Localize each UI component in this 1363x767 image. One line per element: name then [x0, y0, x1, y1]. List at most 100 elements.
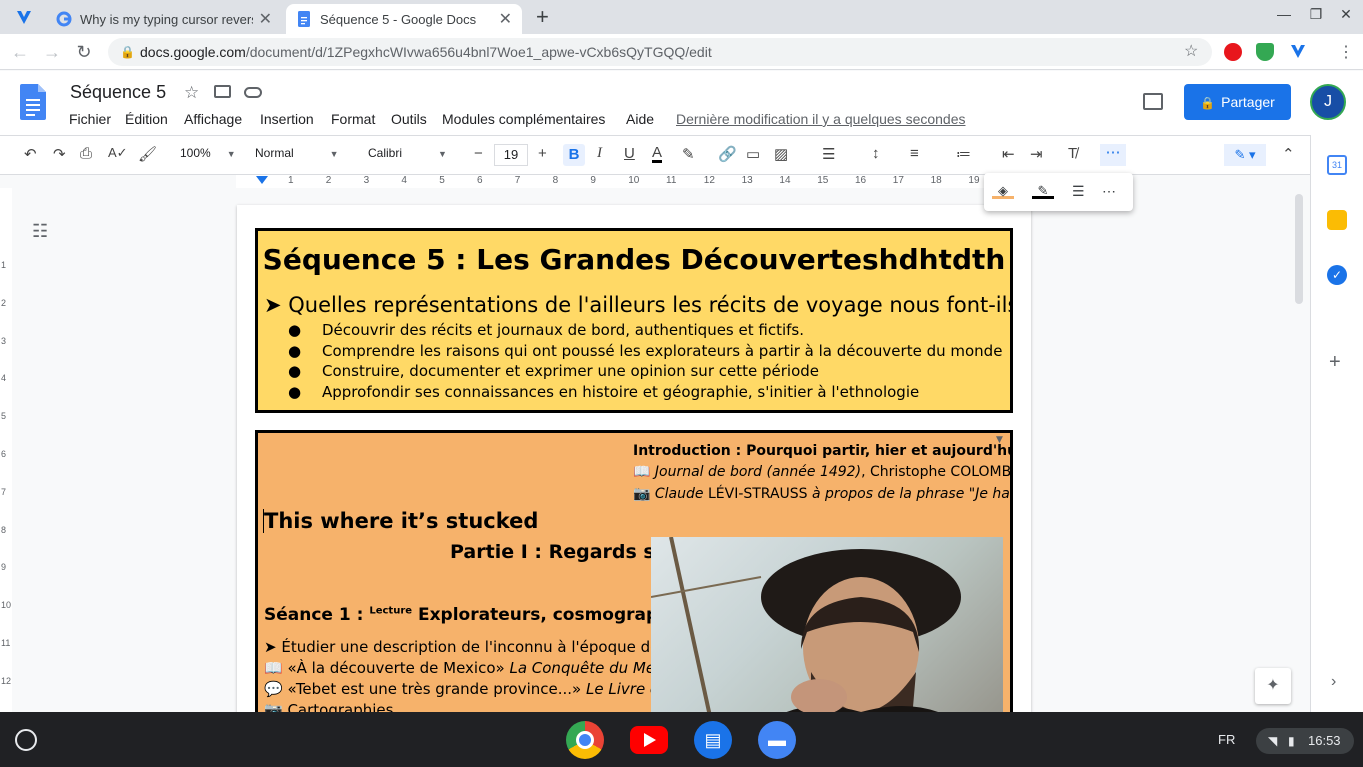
collapse-menus-icon[interactable]: ⌃ — [1282, 145, 1295, 163]
browser-tab-search[interactable]: Why is my typing cursor reverse ✕ — [46, 4, 282, 34]
menu-edition[interactable]: Édition — [125, 111, 168, 127]
indent-marker-icon[interactable] — [256, 176, 268, 184]
menu-outils[interactable]: Outils — [391, 111, 427, 127]
increase-font-size-icon[interactable]: + — [538, 145, 547, 162]
italic-icon[interactable]: I — [597, 145, 602, 162]
decrease-font-size-icon[interactable]: − — [474, 145, 483, 162]
browser-menu-icon[interactable]: ⋮ — [1338, 42, 1354, 62]
document-title[interactable]: Séquence 5 — [70, 82, 166, 103]
menu-affichage[interactable]: Affichage — [184, 111, 242, 127]
keep-icon[interactable] — [1327, 210, 1347, 230]
shield-extension-icon[interactable] — [1256, 43, 1274, 61]
decrease-indent-icon[interactable]: ⇤ — [1002, 145, 1015, 163]
document-page[interactable]: Séquence 5 : Les Grandes Découverteshdht… — [237, 205, 1031, 712]
horizontal-ruler[interactable]: 1 2 3 4 5 6 7 8 9 10 11 12 13 14 15 16 17 18 19 — [236, 175, 1032, 188]
levi-strauss-quote: à propos de la phrase "Je ha — [812, 486, 1010, 502]
close-tab-icon[interactable]: ✕ — [259, 9, 272, 29]
chevron-down-icon: ▼ — [226, 149, 236, 159]
spellcheck-icon[interactable]: A✓ — [108, 145, 128, 161]
menu-fichier[interactable]: Fichier — [69, 111, 111, 127]
comments-icon[interactable] — [1143, 93, 1163, 110]
border-color-icon[interactable]: ✎ — [1032, 183, 1054, 199]
extension-v-icon[interactable] — [1288, 42, 1308, 62]
expand-panel-icon[interactable]: › — [1331, 673, 1336, 691]
menu-format[interactable]: Format — [331, 111, 375, 127]
ruler-tick-label: 1 — [288, 175, 294, 186]
restore-icon[interactable]: ❐ — [1306, 6, 1326, 23]
star-icon[interactable]: ☆ — [184, 83, 199, 103]
editing-mode-icon[interactable]: ✎ ▾ — [1224, 144, 1266, 166]
new-tab-button[interactable]: + — [536, 4, 549, 30]
align-icon[interactable]: ☰ — [822, 145, 835, 163]
print-icon[interactable]: ⎙ — [80, 145, 92, 162]
explorer-portrait-image[interactable] — [651, 537, 1003, 712]
overflow-toolbar-popup: ◈ ✎ ☰ ⋯ — [984, 173, 1133, 211]
bulleted-list-icon[interactable]: ≔ — [956, 145, 971, 163]
close-window-icon[interactable]: ✕ — [1336, 6, 1356, 23]
menu-aide[interactable]: Aide — [626, 111, 654, 127]
back-arrow-icon[interactable]: ← — [8, 40, 32, 64]
scrollbar[interactable] — [1295, 194, 1303, 304]
add-comment-icon[interactable]: ▭ — [746, 145, 760, 163]
font-size-input[interactable]: 19 — [494, 144, 528, 166]
forward-arrow-icon[interactable]: → — [40, 40, 64, 64]
chevron-down-icon: ▼ — [329, 149, 339, 159]
adblock-extension-icon[interactable] — [1224, 43, 1242, 61]
add-addon-icon[interactable]: + — [1329, 351, 1341, 374]
border-dash-icon[interactable]: ⋯ — [1102, 183, 1116, 200]
explore-button[interactable]: ✦ — [1255, 668, 1291, 704]
redo-icon[interactable]: ↷ — [53, 145, 66, 163]
underline-icon[interactable]: U — [624, 145, 635, 162]
increase-indent-icon[interactable]: ⇥ — [1030, 145, 1043, 163]
files-app-icon[interactable]: ▬ — [758, 721, 796, 759]
youtube-app-icon[interactable] — [630, 726, 668, 754]
style-select[interactable]: Normal ▼ — [255, 146, 339, 160]
move-folder-icon[interactable] — [214, 85, 231, 98]
menu-insertion[interactable]: Insertion — [260, 111, 314, 127]
text-color-icon[interactable]: A — [652, 145, 663, 163]
last-modified-link[interactable]: Dernière modification il y a quelques se… — [676, 111, 966, 127]
messages-app-icon[interactable]: ▤ — [694, 721, 732, 759]
line-spacing-icon[interactable]: ↕ — [872, 145, 880, 162]
paint-format-icon[interactable]: 🖌 — [138, 145, 157, 163]
browser-extension-icon[interactable] — [14, 8, 34, 28]
insert-image-icon[interactable]: ▨ — [774, 145, 788, 163]
ruler-tick-label: 15 — [817, 175, 829, 186]
share-button[interactable]: 🔒 Partager — [1184, 84, 1291, 120]
reload-icon[interactable]: ↻ — [72, 40, 96, 64]
address-bar[interactable]: 🔒 docs.google.com/document/d/1ZPegxhcWIv… — [108, 38, 1212, 66]
menu-modules[interactable]: Modules complémentaires — [442, 111, 605, 127]
battery-icon: ▮ — [1288, 734, 1295, 748]
clear-formatting-icon[interactable]: T̸ — [1068, 145, 1077, 162]
font-select[interactable]: Calibri ▼ — [368, 146, 447, 160]
header-table-cell[interactable]: Séquence 5 : Les Grandes Découverteshdht… — [255, 228, 1013, 413]
minimize-icon[interactable]: — — [1274, 6, 1294, 22]
browser-tab-docs[interactable]: Séquence 5 - Google Docs ✕ — [286, 4, 522, 34]
undo-icon[interactable]: ↶ — [24, 145, 37, 163]
ruler-tick-label: 19 — [968, 175, 980, 186]
tasks-icon[interactable]: ✓ — [1327, 265, 1347, 285]
calendar-icon[interactable]: 31 — [1327, 155, 1347, 175]
content-table-cell[interactable]: ▼ Introduction : Pourquoi partir, hier e… — [255, 430, 1013, 712]
launcher-icon[interactable] — [15, 729, 37, 751]
ruler-tick-label: 17 — [892, 175, 904, 186]
numbered-list-icon[interactable]: ≡ — [910, 145, 919, 162]
chrome-app-icon[interactable] — [566, 721, 604, 759]
bold-icon[interactable]: B — [563, 144, 585, 166]
status-tray[interactable]: ◥ ▮ 16:53 — [1256, 728, 1354, 754]
account-avatar[interactable]: J — [1310, 84, 1346, 120]
highlight-icon[interactable]: ✎ — [682, 145, 695, 163]
border-width-icon[interactable]: ☰ — [1072, 183, 1085, 200]
fill-color-icon[interactable]: ◈ — [992, 183, 1014, 199]
language-indicator[interactable]: FR — [1218, 732, 1235, 747]
docs-logo-icon[interactable] — [20, 84, 46, 120]
url-host: docs.google.com — [140, 44, 246, 60]
outline-icon[interactable]: ☷ — [32, 221, 48, 242]
link-icon[interactable]: 🔗 — [718, 145, 737, 163]
intro-line-journal: 📖 Journal de bord (année 1492), Christop… — [633, 464, 1010, 480]
more-options-icon[interactable]: ⋯ — [1100, 144, 1126, 166]
zoom-select[interactable]: 100% ▼ — [180, 146, 236, 160]
bullet-icon: ● — [288, 383, 302, 401]
bookmark-star-icon[interactable]: ☆ — [1184, 38, 1198, 66]
close-tab-icon[interactable]: ✕ — [499, 9, 512, 29]
